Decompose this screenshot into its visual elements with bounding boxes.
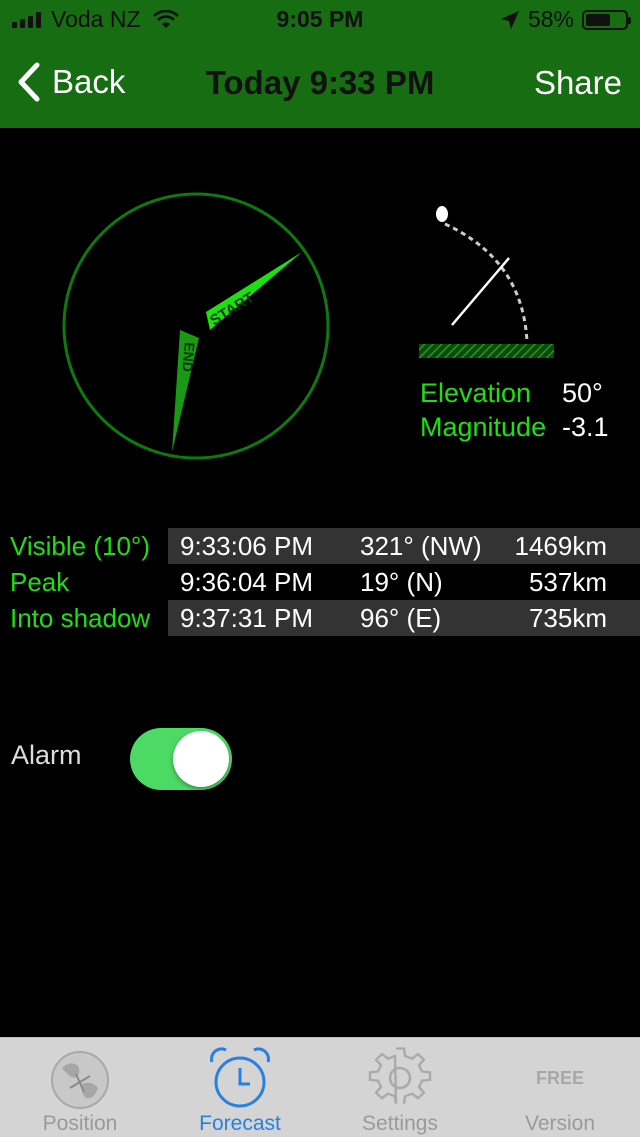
- sky-map: START END: [62, 192, 330, 460]
- share-button[interactable]: Share: [534, 64, 622, 102]
- gear-icon: [368, 1047, 432, 1104]
- pass-event-label: Visible (10°): [10, 531, 150, 561]
- tab-position[interactable]: Position: [0, 1038, 160, 1137]
- satellite-marker: [436, 206, 448, 222]
- elevation-label: Elevation: [420, 378, 532, 408]
- battery-icon: [582, 9, 631, 30]
- end-label: END: [179, 342, 198, 373]
- tab-label: Position: [42, 1112, 118, 1135]
- location-arrow-icon: [500, 10, 519, 29]
- pass-time: 9:37:31 PM: [180, 603, 313, 633]
- toggle-knob: [173, 731, 229, 787]
- pass-event-label: Peak: [10, 567, 70, 597]
- pass-azimuth: 19° (N): [360, 567, 443, 597]
- pass-event-label: Into shadow: [10, 603, 151, 633]
- pass-azimuth: 96° (E): [360, 603, 442, 633]
- elevation-diagram: [419, 206, 554, 358]
- alarm-label: Alarm: [11, 740, 82, 770]
- sky-map-horizon-circle: [62, 192, 330, 460]
- battery-percent: 58%: [527, 6, 574, 32]
- pass-time: 9:36:04 PM: [180, 567, 313, 597]
- pass-azimuth: 321° (NW): [360, 531, 482, 561]
- alarm-toggle[interactable]: [130, 728, 232, 790]
- alarm-clock-icon: [210, 1047, 270, 1108]
- free-badge-text: FREE: [536, 1068, 584, 1088]
- pass-readout: Elevation 50° Magnitude -3.1: [420, 376, 609, 444]
- pass-distance: 1469km: [514, 531, 608, 561]
- tab-label: Settings: [362, 1112, 438, 1135]
- status-bar: Voda NZ 9:05 PM 58%: [0, 0, 640, 40]
- pass-table: Visible (10°) 9:33:06 PM 321° (NW) 1469k…: [0, 528, 640, 636]
- pass-distance: 735km: [528, 603, 607, 633]
- pass-distance: 537km: [528, 567, 607, 597]
- pass-time: 9:33:06 PM: [180, 531, 313, 561]
- table-row: Visible (10°) 9:33:06 PM 321° (NW) 1469k…: [0, 528, 640, 564]
- tab-label: Forecast: [199, 1112, 281, 1135]
- ground-bar: [419, 344, 554, 358]
- tab-label: Version: [524, 1112, 596, 1135]
- elevation-value: 50°: [562, 378, 603, 408]
- magnitude-value: -3.1: [562, 412, 609, 442]
- tab-version[interactable]: FREE Version: [480, 1038, 640, 1137]
- start-label: START: [207, 289, 257, 329]
- nav-bar: Back Today 9:33 PM Share: [0, 40, 640, 128]
- globe-icon: [51, 1051, 109, 1109]
- elevation-arc: [444, 222, 529, 343]
- tab-settings[interactable]: Settings: [320, 1038, 480, 1137]
- free-badge-icon: FREE: [536, 1068, 584, 1088]
- tab-forecast[interactable]: Forecast: [160, 1038, 320, 1137]
- table-row: Into shadow 9:37:31 PM 96° (E) 735km: [0, 600, 640, 636]
- magnitude-label: Magnitude: [420, 412, 547, 442]
- tab-bar: Position Forecast Settings FREE Version: [0, 1037, 640, 1137]
- status-right: 58%: [500, 6, 631, 33]
- header: Voda NZ 9:05 PM 58% Back Today 9:33 PM S…: [0, 0, 640, 128]
- elevation-line: [451, 257, 510, 326]
- table-row: Peak 9:36:04 PM 19° (N) 537km: [0, 564, 640, 600]
